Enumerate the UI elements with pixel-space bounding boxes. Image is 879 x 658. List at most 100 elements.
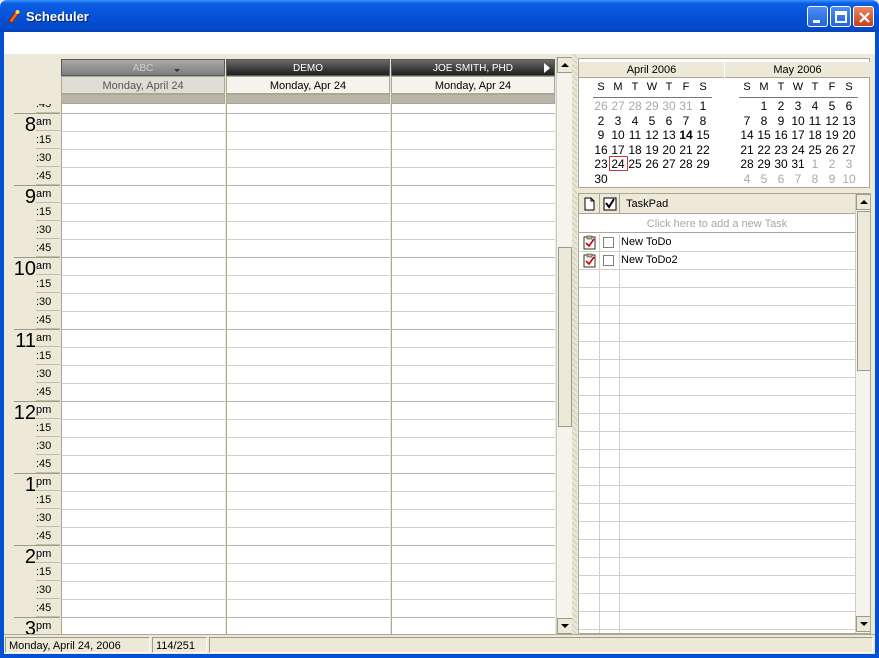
- empty-task-row[interactable]: [579, 594, 855, 612]
- calendar-day[interactable]: 17: [610, 143, 626, 157]
- calendar-day[interactable]: 5: [824, 99, 840, 113]
- scroll-down-button[interactable]: [557, 618, 573, 634]
- calendar-day[interactable]: 30: [773, 157, 789, 171]
- calendar-day[interactable]: 8: [807, 172, 823, 186]
- calendar-day[interactable]: 27: [661, 157, 677, 171]
- calendar-day[interactable]: 31: [678, 99, 694, 113]
- empty-task-row[interactable]: [579, 414, 855, 432]
- calendar-day[interactable]: 11: [627, 128, 643, 142]
- calendar-day[interactable]: 15: [695, 128, 711, 142]
- calendar-day[interactable]: 9: [773, 114, 789, 128]
- calendar-day[interactable]: 4: [739, 172, 755, 186]
- calendar-day[interactable]: 1: [756, 99, 772, 113]
- calendar-day[interactable]: 28: [678, 157, 694, 171]
- calendar-day[interactable]: 3: [790, 99, 806, 113]
- task-complete-checkbox[interactable]: [603, 237, 614, 248]
- empty-task-row[interactable]: [579, 450, 855, 468]
- close-button[interactable]: [853, 6, 874, 27]
- calendar-day[interactable]: 18: [807, 128, 823, 142]
- all-day-area[interactable]: [391, 94, 555, 104]
- calendar-day[interactable]: 16: [593, 143, 609, 157]
- calendar-day[interactable]: 18: [627, 143, 643, 157]
- calendar-day[interactable]: 6: [773, 172, 789, 186]
- calendar-day[interactable]: 13: [661, 128, 677, 142]
- calendar-day[interactable]: 21: [678, 143, 694, 157]
- empty-task-row[interactable]: [579, 486, 855, 504]
- taskpad-title[interactable]: TaskPad: [626, 198, 668, 210]
- calendar-day[interactable]: 19: [644, 143, 660, 157]
- add-task-field[interactable]: Click here to add a new Task: [579, 215, 855, 233]
- calendar-day[interactable]: 25: [627, 157, 643, 171]
- calendar-day[interactable]: 5: [756, 172, 772, 186]
- calendar-day[interactable]: 17: [790, 128, 806, 142]
- calendar-day[interactable]: 2: [593, 114, 609, 128]
- empty-task-row[interactable]: [579, 558, 855, 576]
- empty-task-row[interactable]: [579, 270, 855, 288]
- calendar-day[interactable]: 31: [790, 157, 806, 171]
- empty-task-row[interactable]: [579, 378, 855, 396]
- empty-task-row[interactable]: [579, 504, 855, 522]
- calendar-day[interactable]: 10: [790, 114, 806, 128]
- calendar-day[interactable]: 29: [644, 99, 660, 113]
- empty-task-row[interactable]: [579, 288, 855, 306]
- empty-task-row[interactable]: [579, 576, 855, 594]
- calendar-day[interactable]: 7: [678, 114, 694, 128]
- empty-task-row[interactable]: [579, 342, 855, 360]
- calendar-day[interactable]: 26: [593, 99, 609, 113]
- calendar-day[interactable]: 23: [773, 143, 789, 157]
- task-row[interactable]: New ToDo: [579, 234, 855, 252]
- calendar-day[interactable]: 29: [756, 157, 772, 171]
- calendar-day[interactable]: 16: [773, 128, 789, 142]
- empty-task-row[interactable]: [579, 324, 855, 342]
- calendar-day[interactable]: 30: [593, 172, 609, 186]
- title-bar[interactable]: Scheduler: [0, 0, 879, 32]
- appointment-column[interactable]: [226, 104, 390, 634]
- empty-task-row[interactable]: [579, 612, 855, 630]
- task-row[interactable]: New ToDo2: [579, 252, 855, 270]
- task-complete-checkbox[interactable]: [603, 255, 614, 266]
- empty-task-row[interactable]: [579, 522, 855, 540]
- complete-column-header[interactable]: [600, 194, 620, 214]
- calendar-day[interactable]: 3: [610, 114, 626, 128]
- empty-task-row[interactable]: [579, 432, 855, 450]
- calendar-day[interactable]: 30: [661, 99, 677, 113]
- scroll-up-button[interactable]: [557, 57, 573, 73]
- calendar-day[interactable]: 20: [661, 143, 677, 157]
- resource-header[interactable]: ABC: [61, 59, 225, 76]
- empty-task-row[interactable]: [579, 306, 855, 324]
- empty-task-row[interactable]: [579, 468, 855, 486]
- all-day-area[interactable]: [226, 94, 390, 104]
- pane-splitter[interactable]: [572, 54, 577, 634]
- appointment-column[interactable]: [391, 104, 555, 634]
- calendar-day[interactable]: 25: [807, 143, 823, 157]
- maximize-button[interactable]: [830, 6, 851, 27]
- calendar-day[interactable]: 24: [790, 143, 806, 157]
- calendar-day[interactable]: 1: [807, 157, 823, 171]
- column-date[interactable]: Monday, Apr 24: [391, 76, 555, 94]
- calendar-day[interactable]: 23: [593, 157, 609, 171]
- calendar-day[interactable]: 27: [610, 99, 626, 113]
- appointment-column[interactable]: [61, 104, 225, 634]
- calendar-day[interactable]: 8: [756, 114, 772, 128]
- calendar-day[interactable]: 20: [841, 128, 857, 142]
- month-title[interactable]: April 2006: [579, 62, 724, 78]
- calendar-day[interactable]: 7: [790, 172, 806, 186]
- dropdown-icon[interactable]: [174, 69, 180, 72]
- taskpad-scrollbar[interactable]: [855, 194, 870, 633]
- calendar-day[interactable]: 15: [756, 128, 772, 142]
- column-date[interactable]: Monday, Apr 24: [226, 76, 390, 94]
- calendar-day[interactable]: 11: [807, 114, 823, 128]
- resource-header[interactable]: JOE SMITH, PHD: [391, 59, 555, 76]
- calendar-day[interactable]: 2: [773, 99, 789, 113]
- calendar-day[interactable]: 2: [824, 157, 840, 171]
- column-date[interactable]: Monday, April 24: [61, 76, 225, 94]
- calendar-day[interactable]: 22: [756, 143, 772, 157]
- calendar-day[interactable]: 12: [824, 114, 840, 128]
- calendar-day[interactable]: 1: [695, 99, 711, 113]
- calendar-day[interactable]: 19: [824, 128, 840, 142]
- month-title[interactable]: May 2006: [725, 62, 870, 78]
- calendar-day[interactable]: 10: [610, 128, 626, 142]
- next-resource-icon[interactable]: [544, 63, 550, 73]
- calendar-day[interactable]: 8: [695, 114, 711, 128]
- taskpad-scroll-up-button[interactable]: [856, 194, 870, 210]
